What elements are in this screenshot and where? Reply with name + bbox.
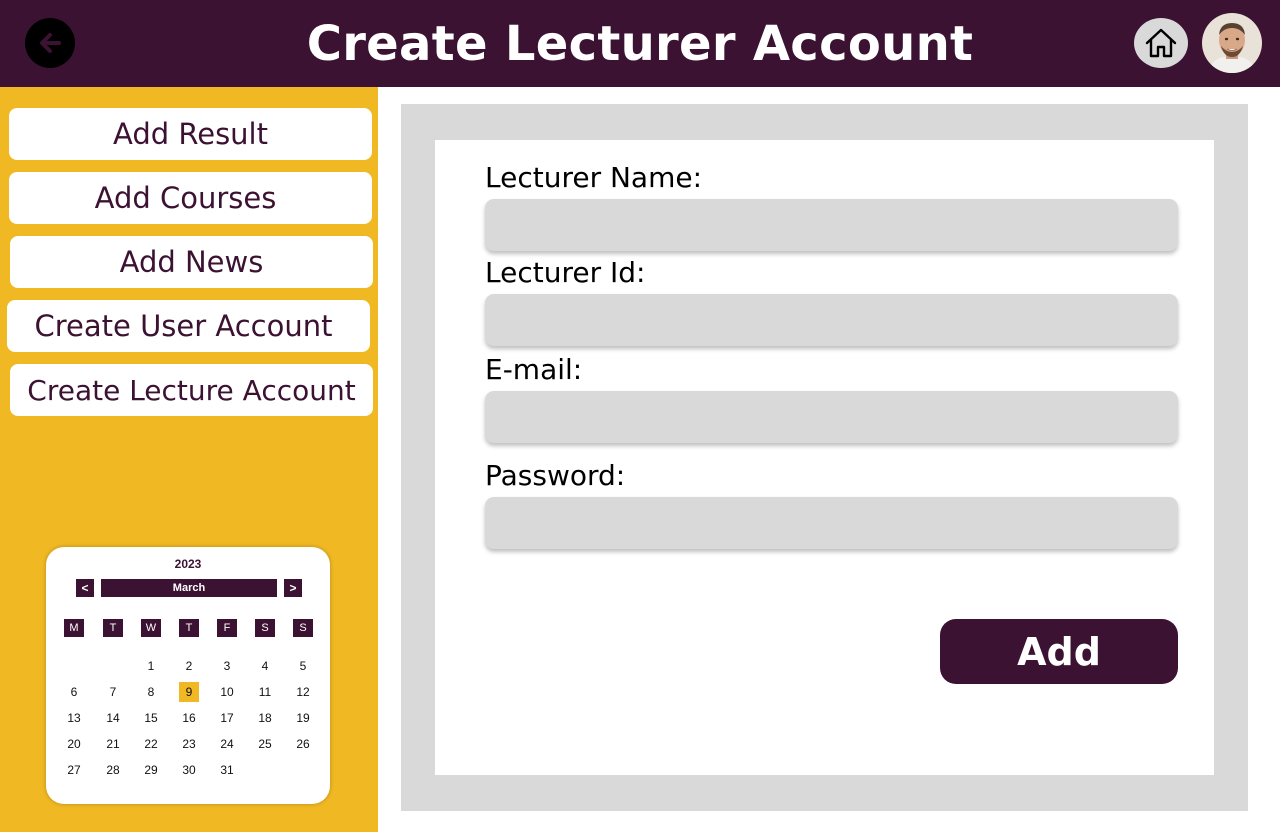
calendar-day[interactable]: 12: [293, 682, 313, 702]
calendar-weekday: F: [217, 619, 237, 637]
sidebar-item-label: Add Result: [113, 117, 268, 151]
calendar-day[interactable]: 3: [217, 656, 237, 676]
calendar-day[interactable]: 11: [255, 682, 275, 702]
calendar-day[interactable]: 27: [64, 760, 84, 780]
calendar-day[interactable]: 10: [217, 682, 237, 702]
sidebar-item-label: Add News: [119, 245, 264, 279]
sidebar-item-label: Add Courses: [94, 181, 277, 215]
lecturer-name-input[interactable]: [485, 199, 1178, 251]
calendar-weekday: S: [255, 619, 275, 637]
calendar-day[interactable]: 18: [255, 708, 275, 728]
lecturer-id-input[interactable]: [485, 294, 1178, 346]
calendar-weekday: T: [103, 619, 123, 637]
calendar-day[interactable]: 14: [103, 708, 123, 728]
calendar-day[interactable]: 17: [217, 708, 237, 728]
sidebar: Add Result Add Courses Add News Create U…: [0, 87, 378, 832]
avatar[interactable]: [1202, 13, 1262, 73]
calendar-day[interactable]: 5: [293, 656, 313, 676]
sidebar-item-add-news[interactable]: Add News: [10, 236, 373, 288]
password-input[interactable]: [485, 497, 1178, 549]
sidebar-item-label: Create Lecture Account: [27, 373, 356, 407]
calendar-day[interactable]: 8: [141, 682, 161, 702]
email-label: E-mail:: [485, 353, 583, 386]
calendar-weekday: M: [64, 619, 84, 637]
user-avatar-icon: [1202, 13, 1262, 73]
home-icon: [1145, 28, 1177, 58]
calendar-day[interactable]: 30: [179, 760, 199, 780]
lecturer-name-label: Lecturer Name:: [485, 161, 703, 194]
sidebar-item-label: Create User Account: [34, 309, 333, 343]
lecturer-id-label: Lecturer Id:: [485, 256, 646, 289]
calendar-day[interactable]: 22: [141, 734, 161, 754]
top-bar: Create Lecturer Account: [0, 0, 1280, 87]
calendar-day[interactable]: 24: [217, 734, 237, 754]
calendar-day[interactable]: 16: [179, 708, 199, 728]
sidebar-item-add-courses[interactable]: Add Courses: [9, 172, 372, 224]
page-title: Create Lecturer Account: [306, 16, 974, 72]
sidebar-item-create-user-account[interactable]: Create User Account: [7, 300, 370, 352]
calendar-next-button[interactable]: >: [284, 579, 302, 597]
calendar-month: March: [101, 579, 277, 597]
calendar-day[interactable]: 19: [293, 708, 313, 728]
calendar-day[interactable]: 21: [103, 734, 123, 754]
calendar-day[interactable]: 20: [64, 734, 84, 754]
calendar-weekday: T: [179, 619, 199, 637]
calendar-day[interactable]: 7: [103, 682, 123, 702]
calendar-day[interactable]: 2: [179, 656, 199, 676]
calendar-day[interactable]: 23: [179, 734, 199, 754]
calendar-year: 2023: [174, 557, 202, 571]
home-button[interactable]: [1134, 18, 1188, 68]
sidebar-item-add-result[interactable]: Add Result: [9, 108, 372, 160]
calendar-day[interactable]: 28: [103, 760, 123, 780]
email-input[interactable]: [485, 391, 1178, 443]
calendar-day[interactable]: 4: [255, 656, 275, 676]
password-label: Password:: [485, 459, 626, 492]
calendar-day[interactable]: 26: [293, 734, 313, 754]
calendar-weekday: W: [141, 619, 161, 637]
calendar-day[interactable]: 29: [141, 760, 161, 780]
calendar-widget: 2023 < March > MTWTFSS 1 2 3 4 5 6 7 8 9 10 11 12 13…: [46, 547, 330, 804]
calendar-day[interactable]: 15: [141, 708, 161, 728]
sidebar-item-create-lecture-account[interactable]: Create Lecture Account: [10, 364, 373, 416]
calendar-day[interactable]: 13: [64, 708, 84, 728]
calendar-day[interactable]: 6: [64, 682, 84, 702]
calendar-weekday: S: [293, 619, 313, 637]
calendar-prev-button[interactable]: <: [76, 579, 94, 597]
calendar-day[interactable]: 1: [141, 656, 161, 676]
calendar-day[interactable]: 31: [217, 760, 237, 780]
calendar-day[interactable]: 25: [255, 734, 275, 754]
calendar-day-selected[interactable]: 9: [179, 682, 199, 702]
add-button[interactable]: Add: [940, 619, 1178, 684]
